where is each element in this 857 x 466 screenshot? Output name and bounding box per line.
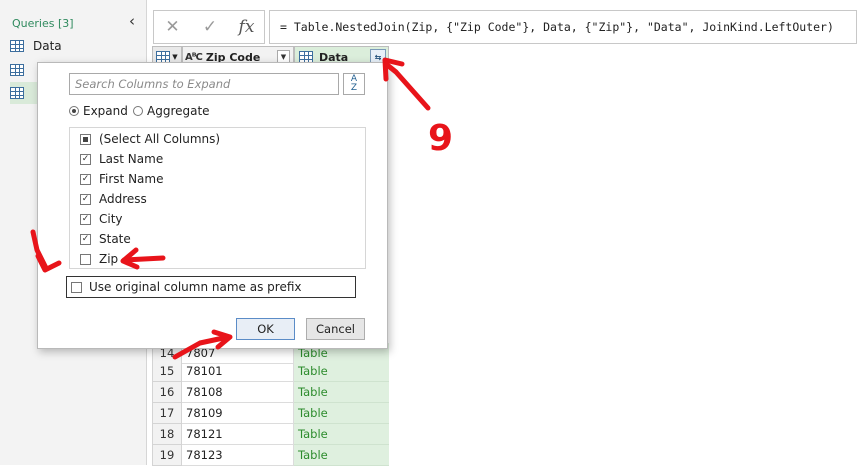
- queries-header[interactable]: Queries [3]: [12, 17, 74, 30]
- table-row: 15 78101 Table: [152, 361, 389, 382]
- select-all-columns-item[interactable]: (Select All Columns): [80, 130, 220, 148]
- data-cell[interactable]: Table: [294, 361, 389, 382]
- query-item-label: Data: [33, 39, 62, 53]
- column-item-label: Zip: [99, 252, 119, 266]
- column-item-address[interactable]: ✓ Address: [80, 190, 147, 208]
- data-cell[interactable]: Table: [294, 424, 389, 445]
- zip-cell[interactable]: 78123: [182, 445, 294, 466]
- table-icon: [10, 87, 24, 99]
- data-cell[interactable]: Table: [294, 403, 389, 424]
- column-item-label: Address: [99, 192, 147, 206]
- column-item-label: State: [99, 232, 131, 246]
- radio-empty-icon: [133, 106, 143, 116]
- checkbox-unchecked-icon[interactable]: [71, 281, 82, 293]
- row-number: 16: [152, 382, 182, 403]
- column-item-city[interactable]: ✓ City: [80, 210, 123, 228]
- checkbox-unchecked-icon[interactable]: [80, 253, 91, 265]
- checkbox-partial-icon[interactable]: [80, 133, 91, 145]
- row-number: 17: [152, 403, 182, 424]
- checkbox-checked-icon[interactable]: ✓: [80, 213, 91, 225]
- table-icon: [10, 64, 24, 76]
- prefix-label: Use original column name as prefix: [89, 280, 302, 294]
- chevron-down-icon: ▼: [172, 53, 178, 61]
- zip-cell[interactable]: 78101: [182, 361, 294, 382]
- column-item-label: City: [99, 212, 123, 226]
- aggregate-label: Aggregate: [147, 104, 210, 118]
- formula-bar: ✕ ✓ fx = Table.NestedJoin(Zip, {"Zip Cod…: [152, 10, 857, 44]
- ok-button[interactable]: OK: [236, 318, 295, 340]
- column-item-label: First Name: [99, 172, 164, 186]
- expand-label: Expand: [83, 104, 128, 118]
- radio-selected-icon: [69, 106, 79, 116]
- row-number: 15: [152, 361, 182, 382]
- query-item-data[interactable]: Data: [10, 35, 140, 57]
- column-item-label: Last Name: [99, 152, 164, 166]
- zip-cell[interactable]: 78121: [182, 424, 294, 445]
- checkbox-checked-icon[interactable]: ✓: [80, 193, 91, 205]
- column-item-state[interactable]: ✓ State: [80, 230, 131, 248]
- text-type-icon[interactable]: AᴮC: [185, 52, 203, 63]
- cancel-button[interactable]: Cancel: [306, 318, 365, 340]
- annotation-arrow-expand: [383, 61, 431, 111]
- table-row: 19 78123 Table: [152, 445, 389, 466]
- column-item-first-name[interactable]: ✓ First Name: [80, 170, 163, 188]
- column-item-last-name[interactable]: ✓ Last Name: [80, 150, 163, 168]
- aggregate-radio[interactable]: Aggregate: [133, 104, 210, 118]
- table-row: 18 78121 Table: [152, 424, 389, 445]
- data-cell[interactable]: Table: [294, 382, 389, 403]
- data-cell[interactable]: Table: [294, 445, 389, 466]
- row-number: 18: [152, 424, 182, 445]
- table-row: 16 78108 Table: [152, 382, 389, 403]
- sort-az-icon[interactable]: AZ: [343, 73, 365, 95]
- search-columns-input[interactable]: [69, 73, 339, 95]
- commit-formula-icon[interactable]: ✓: [191, 10, 229, 44]
- table-row: 17 78109 Table: [152, 403, 389, 424]
- checkbox-checked-icon[interactable]: ✓: [80, 153, 91, 165]
- collapse-pane-icon[interactable]: ‹: [129, 12, 135, 30]
- cancel-formula-icon[interactable]: ✕: [153, 10, 191, 44]
- checkbox-checked-icon[interactable]: ✓: [80, 173, 91, 185]
- use-prefix-checkbox-row[interactable]: Use original column name as prefix: [66, 276, 356, 298]
- table-icon: [10, 40, 24, 52]
- zip-cell[interactable]: 78108: [182, 382, 294, 403]
- formula-input[interactable]: = Table.NestedJoin(Zip, {"Zip Code"}, Da…: [269, 10, 857, 44]
- column-list: (Select All Columns) ✓ Last Name ✓ First…: [69, 127, 366, 269]
- column-item-label: (Select All Columns): [99, 132, 221, 146]
- expand-radio[interactable]: Expand: [69, 104, 128, 118]
- insert-function-icon[interactable]: fx: [229, 10, 265, 44]
- zip-cell[interactable]: 78109: [182, 403, 294, 424]
- row-number: 19: [152, 445, 182, 466]
- column-item-zip[interactable]: Zip: [80, 250, 118, 268]
- checkbox-checked-icon[interactable]: ✓: [80, 233, 91, 245]
- annotation-number: 9: [428, 118, 453, 159]
- expand-columns-dialog: AZ Expand Aggregate (Select All Columns)…: [37, 62, 388, 349]
